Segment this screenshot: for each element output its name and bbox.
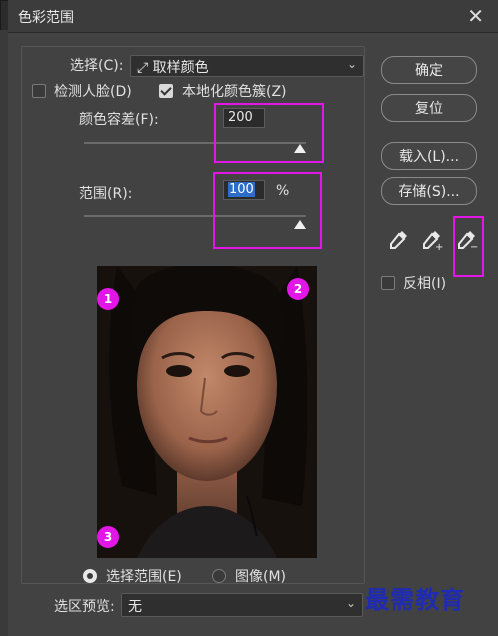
selection-preview[interactable]	[97, 266, 317, 558]
background-strip	[0, 30, 8, 636]
badge-1: 1	[97, 288, 119, 310]
range-highlight	[213, 172, 322, 249]
detect-faces-label: 检测人脸(D)	[54, 84, 132, 100]
select-value-wrap: ⤢ 取样颜色	[137, 57, 209, 77]
selection-preview-dropdown[interactable]: 无 ⌄	[121, 593, 363, 617]
color-range-dialog: 选择(C): ⤢ 取样颜色 ⌄ 检测人脸(D) 本地化颜色簇(Z) 颜色容差(F…	[8, 33, 498, 636]
image-radio-label: 图像(M)	[235, 569, 287, 585]
eyedropper-small-icon: ⤢	[137, 60, 149, 76]
watermark-logo: 最需教育	[365, 585, 465, 614]
selection-radio[interactable]	[83, 569, 97, 583]
svg-text:−: −	[470, 242, 478, 250]
window-title: 色彩范围	[18, 10, 74, 26]
select-dropdown[interactable]: ⤢ 取样颜色 ⌄	[130, 55, 364, 77]
localized-clusters-checkbox[interactable]	[159, 84, 173, 98]
badge-3: 3	[97, 526, 119, 548]
fuzziness-highlight	[214, 103, 324, 163]
eyedropper-minus-icon[interactable]: −	[456, 228, 478, 253]
detect-faces-checkbox[interactable]	[32, 84, 46, 98]
selection-radio-label: 选择范围(E)	[106, 569, 182, 585]
chevron-down-icon: ⌄	[345, 596, 356, 610]
selection-preview-value: 无	[128, 599, 142, 615]
range-label: 范围(R):	[79, 186, 133, 202]
select-label: 选择(C):	[70, 58, 124, 74]
portrait-photo	[97, 266, 317, 558]
svg-text:+: +	[435, 242, 443, 250]
invert-checkbox[interactable]	[381, 276, 395, 290]
selection-preview-label: 选区预览:	[54, 599, 115, 615]
eyedropper-icon[interactable]	[388, 228, 410, 250]
select-value: 取样颜色	[152, 60, 209, 76]
load-button[interactable]: 载入(L)...	[381, 142, 477, 170]
image-radio[interactable]	[212, 569, 226, 583]
close-icon[interactable]: ✕	[467, 4, 484, 28]
title-bar: 色彩范围 ✕	[8, 0, 498, 33]
badge-2: 2	[287, 278, 309, 300]
ok-button[interactable]: 确定	[381, 56, 477, 84]
invert-label: 反相(I)	[403, 276, 447, 292]
eyedropper-plus-icon[interactable]: +	[421, 228, 443, 253]
chevron-down-icon: ⌄	[346, 57, 357, 71]
localized-clusters-label: 本地化颜色簇(Z)	[182, 84, 287, 100]
reset-button[interactable]: 复位	[381, 94, 477, 122]
save-button[interactable]: 存储(S)...	[381, 177, 477, 205]
fuzziness-label: 颜色容差(F):	[79, 112, 159, 128]
